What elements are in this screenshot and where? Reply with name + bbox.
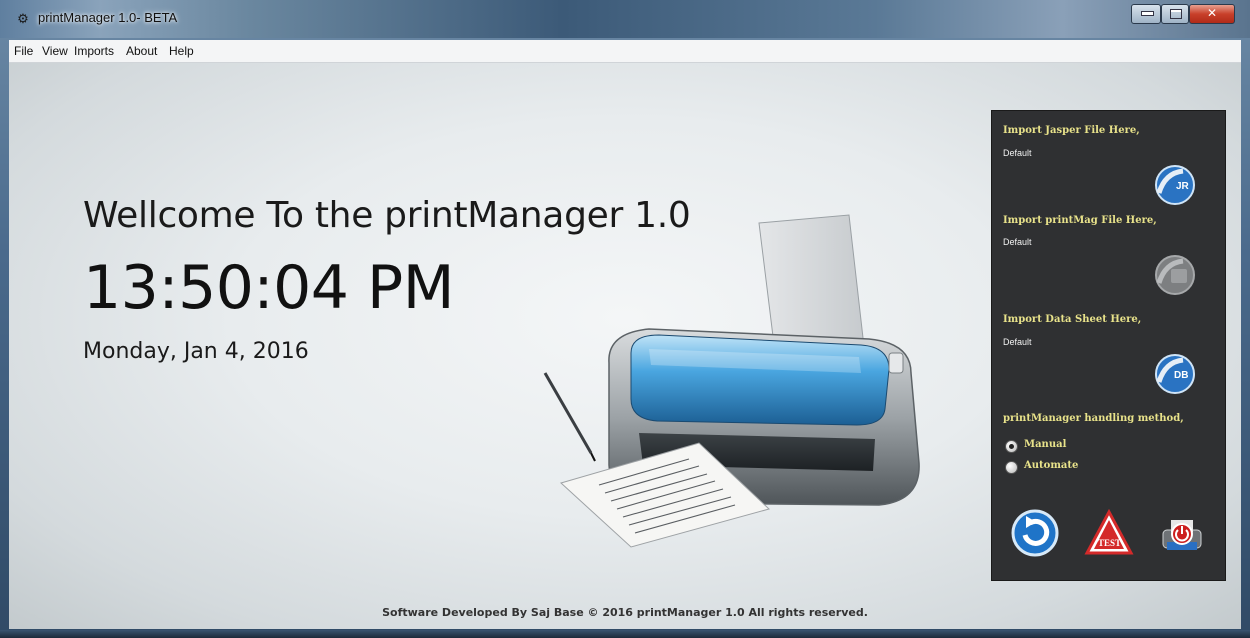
printmag-import-icon[interactable] [1153,253,1197,297]
jasper-import-icon[interactable]: JR [1153,163,1197,207]
printer-illustration [543,214,920,548]
app-icon[interactable]: ⚙ [16,12,30,26]
radio-automate-label: Automate [1024,460,1079,471]
radio-manual-button[interactable] [1005,440,1018,453]
datasheet-import-label: Import Data Sheet Here, [1003,314,1142,325]
date-display: Monday, Jan 4, 2016 [83,339,309,364]
main-content: Wellcome To the printManager 1.0 13:50:0… [9,63,1241,629]
import-panel: Import Jasper File Here, Default JR Impo… [991,110,1226,581]
menu-help[interactable]: Help [169,44,194,58]
datasheet-import-value: Default [1003,337,1032,347]
radio-manual-label: Manual [1024,439,1067,450]
window-title: printManager 1.0- BETA [38,10,178,25]
window-bottom-border [0,630,1250,638]
refresh-button[interactable] [1010,508,1060,558]
print-power-button[interactable] [1157,508,1207,558]
menu-file[interactable]: File [14,44,33,58]
printmag-import-label: Import printMag File Here, [1003,215,1157,226]
close-icon: ✕ [1207,6,1218,20]
radio-automate-button[interactable] [1005,461,1018,474]
menu-imports[interactable]: Imports [74,44,114,58]
minimize-icon [1141,11,1154,16]
svg-text:JR: JR [1176,181,1190,192]
jasper-import-value: Default [1003,148,1032,158]
printmag-import-value: Default [1003,237,1032,247]
app-window: ⚙ printManager 1.0- BETA ✕ File View Imp… [0,0,1250,638]
handling-method-label: printManager handling method, [1003,413,1184,424]
menu-bar: File View Imports About Help [9,40,1241,63]
maximize-icon [1170,9,1182,19]
datasheet-import-icon[interactable]: DB [1153,352,1197,396]
menu-about[interactable]: About [126,44,157,58]
test-button[interactable]: TEST [1084,508,1134,558]
test-label: TEST [1098,538,1121,548]
title-bar[interactable]: ⚙ printManager 1.0- BETA ✕ [0,0,1250,38]
jasper-import-label: Import Jasper File Here, [1003,125,1140,136]
menu-view[interactable]: View [42,44,68,58]
close-button[interactable]: ✕ [1189,4,1235,24]
datasheet-badge: DB [1174,370,1188,381]
minimize-button[interactable] [1131,4,1161,24]
footer-copyright: Software Developed By Saj Base © 2016 pr… [382,606,868,619]
maximize-button[interactable] [1161,4,1189,24]
clock-display: 13:50:04 PM [83,253,455,323]
